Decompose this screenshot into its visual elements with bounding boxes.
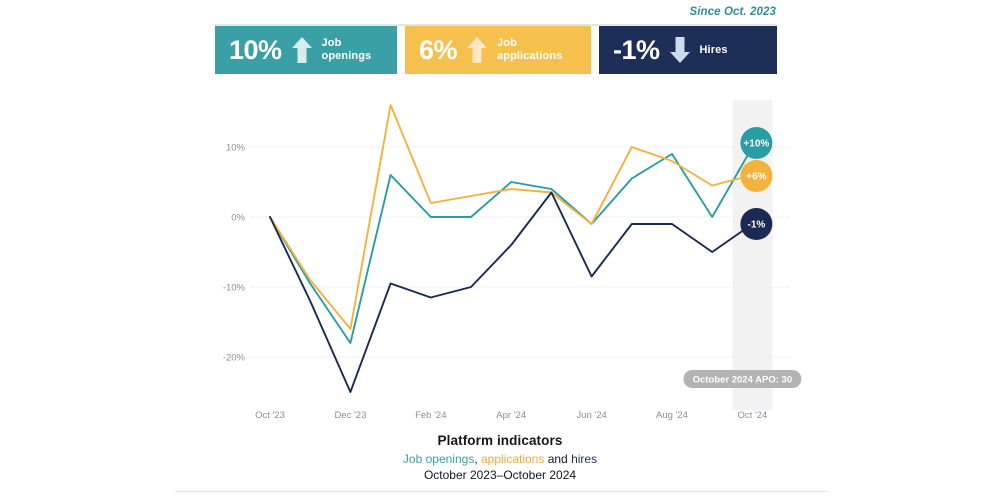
end-badge-hires[interactable]: -1% bbox=[740, 208, 773, 240]
caption-dates: October 2023–October 2024 bbox=[423, 468, 577, 483]
y-axis-tick-label: -20% bbox=[223, 353, 246, 364]
kpi-value-hires: -1% bbox=[613, 34, 660, 65]
y-axis-tick-label: -10% bbox=[223, 283, 246, 294]
chart-canvas: 10% 0% -10% -20% Oct '23 Dec '23 Feb '24 Apr '2… bbox=[223, 100, 802, 421]
series-line-hires bbox=[269, 191, 754, 393]
legend-job-openings: Job openings bbox=[402, 452, 475, 466]
kpi-card-job-openings[interactable]: 10% Job openings bbox=[215, 26, 397, 74]
arrow-down-icon bbox=[669, 36, 691, 64]
x-axis-tick-label: Oct '24 bbox=[737, 410, 767, 421]
kpi-label-line2: openings bbox=[321, 50, 372, 62]
kpi-label-line2: applications bbox=[497, 50, 563, 62]
kpi-label-line1: Job bbox=[497, 37, 517, 50]
legend-sep-and: and bbox=[544, 452, 572, 466]
kpi-value-job-openings: 10% bbox=[229, 34, 282, 65]
since-label: Since Oct. 2023 bbox=[689, 6, 776, 18]
y-axis-tick-label: 10% bbox=[226, 143, 246, 154]
y-axis-tick-label: 0% bbox=[231, 213, 245, 224]
end-badge-job-applications[interactable]: +6% bbox=[740, 160, 773, 192]
legend-hires: hires bbox=[571, 452, 598, 466]
x-axis-tick-label: Jun '24 bbox=[576, 410, 606, 421]
x-axis-tick-label: Aug '24 bbox=[656, 410, 688, 421]
kpi-label-job-applications: Job applications bbox=[497, 37, 562, 62]
line-chart: 10% 0% -10% -20% Oct '23 Dec '23 Feb '24 Apr '2… bbox=[0, 80, 1000, 430]
kpi-label-hires: Hires bbox=[700, 44, 728, 57]
kpi-card-hires[interactable]: -1% Hires bbox=[599, 26, 777, 74]
caption-legend: Job openings, applications and hires bbox=[0, 451, 1000, 467]
infographic-root: Since Oct. 2023 10% Job openings 6% Job … bbox=[0, 0, 1000, 500]
badge-label: -1% bbox=[748, 220, 766, 231]
footer-divider bbox=[175, 491, 828, 492]
x-axis-tick-label: Dec '23 bbox=[334, 410, 366, 421]
caption-title: Platform indicators bbox=[437, 433, 563, 448]
kpi-label-line1: Job bbox=[321, 37, 342, 50]
chart-caption: Platform indicators Job openings, applic… bbox=[0, 433, 1000, 483]
arrow-up-icon bbox=[291, 36, 313, 64]
tooltip-label: October 2024 APO: 30 bbox=[693, 375, 792, 386]
badge-label: +6% bbox=[746, 172, 766, 183]
kpi-row: 10% Job openings 6% Job applications -1% bbox=[215, 26, 777, 74]
kpi-label-job-openings: Job openings bbox=[322, 37, 372, 62]
x-axis-tick-label: Oct '23 bbox=[255, 410, 285, 421]
arrow-up-icon bbox=[466, 36, 488, 64]
kpi-card-job-applications[interactable]: 6% Job applications bbox=[405, 26, 591, 74]
legend-applications: applications bbox=[480, 452, 545, 466]
badge-label: +10% bbox=[743, 139, 769, 150]
legend-sep-comma: , bbox=[474, 452, 481, 466]
x-axis-tick-label: Apr '24 bbox=[496, 410, 526, 421]
kpi-label-line1: Hires bbox=[699, 43, 728, 56]
end-badge-job-openings[interactable]: +10% bbox=[740, 127, 773, 159]
x-axis-tick-label: Feb '24 bbox=[415, 410, 446, 421]
kpi-value-job-applications: 6% bbox=[419, 34, 458, 65]
